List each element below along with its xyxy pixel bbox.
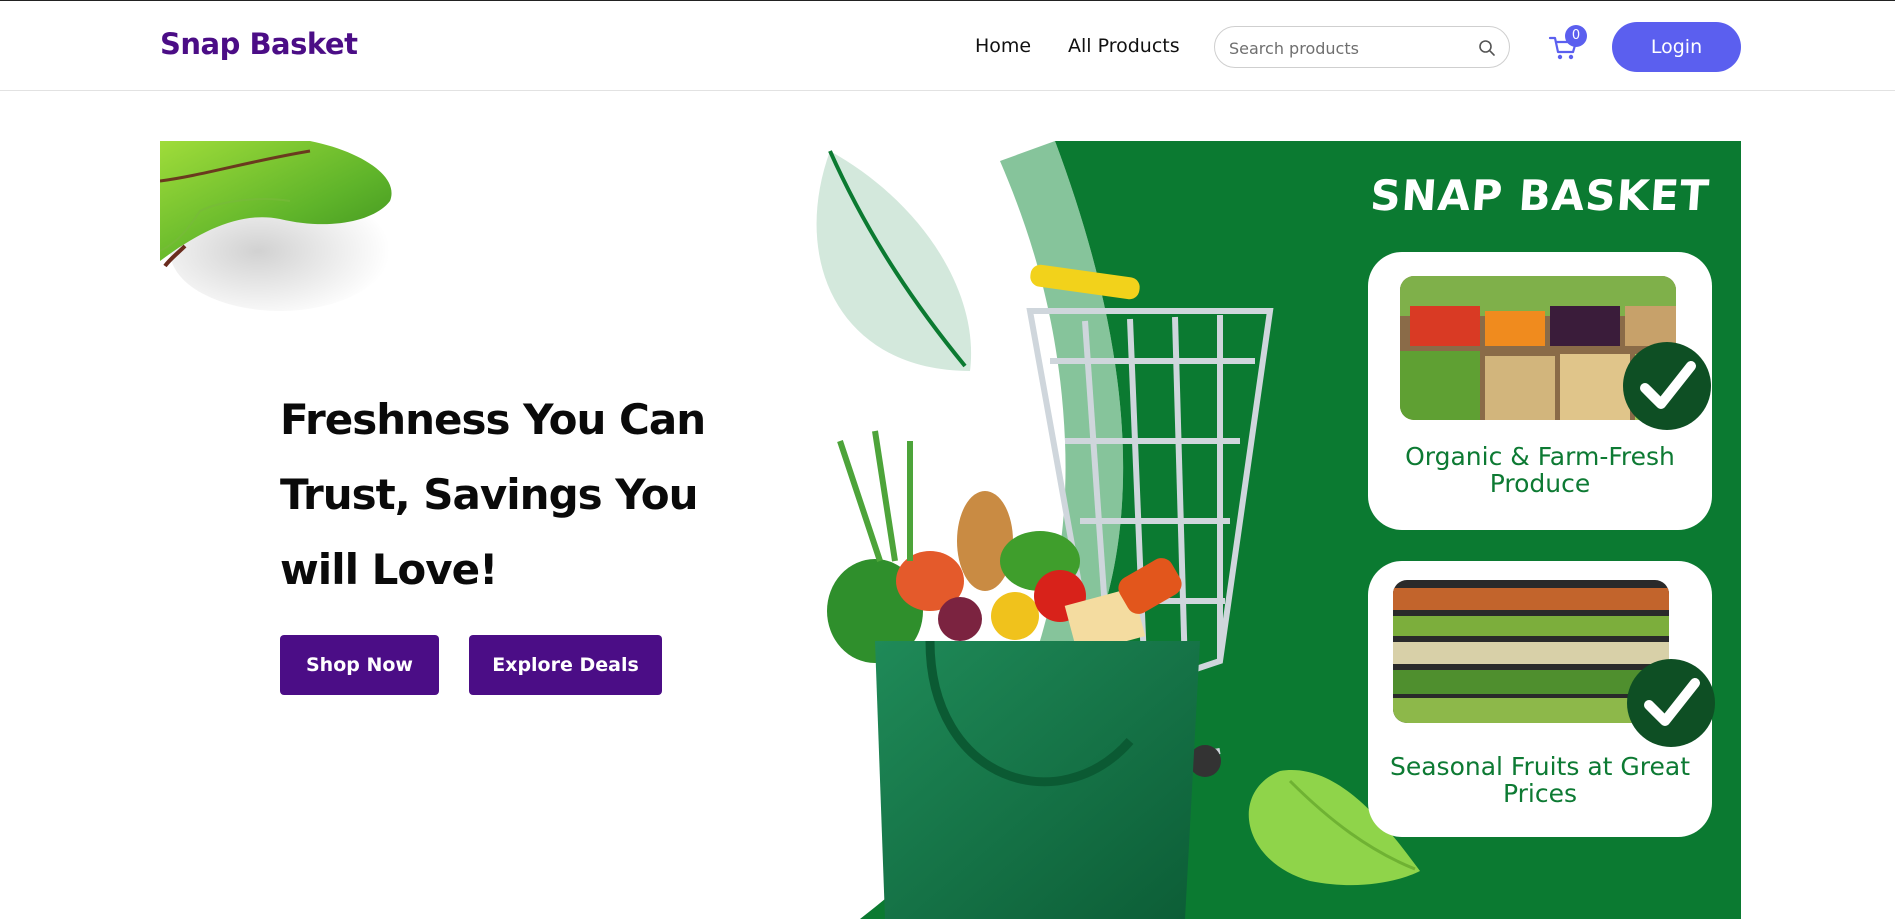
feature-card-seasonal: Seasonal Fruits at Great Prices — [1368, 561, 1715, 837]
explore-deals-button[interactable]: Explore Deals — [469, 635, 662, 695]
site-header: Snap Basket Home All Products 0 Login — [0, 1, 1895, 91]
search-input[interactable] — [1229, 36, 1459, 60]
check-icon — [1627, 659, 1715, 747]
search-bar — [1214, 26, 1510, 68]
promo-banner: SNAP BASKET Organic & Farm-Fresh Produce — [800, 141, 1741, 919]
brand-logo[interactable]: Snap Basket — [160, 27, 358, 61]
mint-leaf-image — [160, 141, 392, 311]
nav-all-products-link[interactable]: All Products — [1068, 35, 1180, 57]
hero-title: Freshness You Can Trust, Savings You wil… — [280, 395, 706, 594]
search-icon[interactable] — [1477, 38, 1497, 58]
login-button[interactable]: Login — [1612, 22, 1741, 72]
feature-text-seasonal: Seasonal Fruits at Great Prices — [1389, 752, 1691, 808]
cart-count-badge: 0 — [1565, 25, 1587, 47]
nav-home-link[interactable]: Home — [975, 35, 1031, 57]
banner-title: SNAP BASKET — [1368, 171, 1712, 220]
shop-now-button[interactable]: Shop Now — [280, 635, 439, 695]
check-icon — [1623, 342, 1711, 430]
feature-text-organic: Organic & Farm-Fresh Produce — [1405, 442, 1675, 498]
feature-card-organic: Organic & Farm-Fresh Produce — [1368, 252, 1712, 530]
